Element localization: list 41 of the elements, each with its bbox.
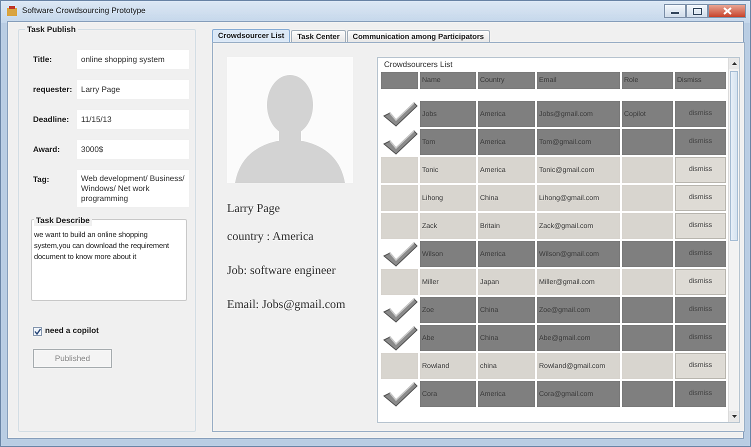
header-cell: [381, 72, 418, 89]
field-label: Award:: [33, 144, 61, 156]
profile-text: country : America: [227, 228, 315, 245]
table-cell: [622, 269, 673, 295]
table-cell: [622, 241, 673, 267]
profile-text: Email: Jobs@gmail.com: [227, 296, 346, 313]
input-field[interactable]: 3000$: [77, 140, 189, 159]
table-cell: [622, 213, 673, 239]
table-cell: [622, 325, 673, 351]
maximize-button[interactable]: [686, 4, 708, 18]
section-title: Task Describe: [34, 215, 92, 226]
table-cell: [622, 157, 673, 183]
field-label: requester:: [33, 84, 74, 96]
table-cell: [622, 297, 673, 323]
minimize-button[interactable]: [664, 4, 686, 18]
table-cell: [622, 381, 673, 407]
panel-title: Task Publish: [25, 24, 78, 35]
profile-text: Job: software engineer: [227, 262, 337, 279]
table-cell: [622, 353, 673, 379]
table-cell: [622, 129, 673, 155]
maximize-icon: [692, 8, 702, 14]
scroll-up-icon[interactable]: [729, 58, 739, 69]
table-cell: [622, 185, 673, 211]
profile-text: Larry Page: [227, 200, 281, 217]
scrollbar[interactable]: [728, 58, 739, 422]
text-area[interactable]: Web development/ Business/ Windows/ Net work programming: [77, 170, 189, 207]
input-field[interactable]: Larry Page: [77, 80, 189, 99]
checkbox[interactable]: [33, 326, 42, 336]
scroll-down-icon[interactable]: [729, 411, 739, 422]
input-field[interactable]: online shopping system: [77, 50, 189, 69]
field-label: Tag:: [33, 174, 50, 186]
scroll-thumb[interactable]: [730, 71, 738, 241]
window-title: Software Crowdsourcing Prototype: [22, 5, 146, 17]
field-label: Title:: [33, 54, 53, 66]
table-title: Crowdsourcers List: [382, 59, 454, 70]
input-field[interactable]: 11/15/13: [77, 110, 189, 129]
close-button[interactable]: [708, 4, 746, 18]
checkbox-label: need a copilot: [45, 325, 99, 337]
field-label: Deadline:: [33, 114, 70, 126]
close-icon: [722, 7, 732, 15]
app-icon: [6, 5, 18, 17]
